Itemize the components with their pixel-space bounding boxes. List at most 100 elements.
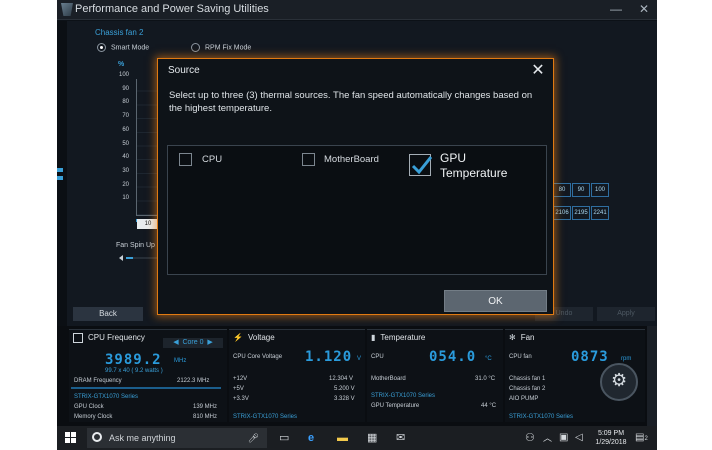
windows-taskbar: Ask me anything 🎤︎ ▭ e ▬ ▦ ✉ ⚇ ︿ ▣ ◁ 5:0… — [57, 426, 657, 450]
voltage-unit: V — [357, 356, 362, 362]
motherboard-option-label: MotherBoard — [324, 154, 379, 165]
x-axis-first-label: 10 — [137, 219, 159, 229]
apply-button[interactable]: Apply — [597, 307, 655, 321]
gpu-series-label: STRIX-GTX1070 Series — [233, 414, 298, 420]
title-bar: Performance and Power Saving Utilities —… — [57, 0, 657, 20]
memory-clock-label: Memory Clock — [74, 414, 113, 420]
ok-button[interactable]: OK — [444, 290, 547, 312]
back-button[interactable]: Back — [73, 307, 143, 321]
rail-name: +3.3V — [233, 396, 249, 402]
temp-unit: °C — [485, 356, 492, 362]
volume-icon[interactable]: ◁ — [575, 432, 583, 444]
rail-value: 5.200 V — [334, 386, 355, 392]
cpu-core-voltage-value: 1.120 — [305, 349, 353, 365]
microphone-icon[interactable]: 🎤︎ — [248, 428, 259, 448]
edge-marker — [57, 176, 63, 180]
fan-unit: rpm — [621, 356, 632, 362]
settings-gear-button[interactable] — [600, 363, 638, 401]
temperature-header: ▮ Temperature — [371, 333, 425, 342]
smart-mode-radio[interactable]: Smart Mode — [97, 43, 149, 52]
thermometer-icon: ▮ — [371, 333, 376, 342]
smart-mode-label: Smart Mode — [111, 44, 150, 52]
minimize-button[interactable]: — — [610, 2, 622, 16]
cortana-search-box[interactable]: Ask me anything 🎤︎ — [87, 428, 267, 448]
network-icon[interactable]: ▣ — [559, 432, 568, 444]
voltage-panel: ⚡ Voltage CPU Core Voltage 1.120 V +12V 1… — [229, 329, 365, 422]
temperature-panel: ▮ Temperature CPU 054.0 °C MotherBoard 31… — [367, 329, 503, 422]
cpu-frequency-title: CPU Frequency — [88, 333, 145, 343]
motherboard-checkbox[interactable] — [302, 153, 315, 166]
spin-up-slider[interactable] — [119, 254, 159, 262]
next-core-icon[interactable]: ▶ — [207, 339, 212, 346]
motherboard-temp-label: MotherBoard — [371, 376, 406, 382]
side-value: 90 — [572, 183, 590, 197]
cpu-frequency-value: 3989.2 — [105, 352, 162, 368]
side-value: 2195 — [572, 206, 590, 220]
search-placeholder: Ask me anything — [109, 433, 176, 443]
y-axis-tick: 100 — [118, 72, 129, 78]
y-axis-tick: 50 — [122, 140, 129, 147]
cpu-fan-label: CPU fan — [509, 354, 532, 360]
gpu-series-label: STRIX-GTX1070 Series — [509, 414, 574, 420]
voltage-header: ⚡ Voltage — [233, 333, 275, 342]
fan-icon: ✻ — [509, 333, 516, 342]
cpu-checkbox[interactable] — [179, 153, 192, 166]
cpu-core-voltage-label: CPU Core Voltage — [233, 354, 283, 360]
y-axis-tick: 10 — [122, 195, 129, 202]
rail-value: 12.304 V — [329, 376, 354, 382]
y-axis-tick: 30 — [122, 167, 129, 174]
cpu-frequency-panel: CPU Frequency ◀ Core 0 ▶ 3989.2 MHz 99.7… — [69, 329, 227, 422]
right-edge-strip — [647, 326, 657, 426]
source-options-box: CPU MotherBoard GPU Temperature — [167, 145, 547, 275]
file-explorer-icon[interactable]: ▬ — [337, 432, 348, 444]
y-axis-tick: 70 — [122, 113, 129, 120]
y-axis-tick: 40 — [122, 154, 129, 161]
dialog-header: Source ✕ — [158, 59, 553, 81]
side-value: 80 — [553, 183, 571, 197]
people-icon[interactable]: ⚇ — [525, 432, 535, 444]
gpu-temperature-checkbox[interactable] — [409, 154, 433, 176]
show-hidden-icons[interactable]: ︿ — [543, 432, 552, 444]
side-value: 100 — [591, 183, 609, 197]
fan-header: ✻ Fan — [509, 333, 535, 342]
temperature-title: Temperature — [380, 333, 426, 342]
cpu-multiplier: 99.7 x 40 ( 9.2 watts ) — [105, 368, 163, 374]
screen: Performance and Power Saving Utilities —… — [57, 0, 657, 450]
window-close-button[interactable]: ✕ — [639, 2, 649, 16]
dialog-close-button[interactable]: ✕ — [529, 60, 547, 80]
mail-icon[interactable]: ✉ — [396, 432, 405, 444]
rail-name: +5V — [233, 386, 244, 392]
edge-browser-icon[interactable]: e — [308, 432, 314, 444]
bolt-icon: ⚡ — [233, 333, 243, 342]
y-axis-tick: 90 — [122, 85, 129, 92]
rpm-fix-mode-radio[interactable]: RPM Fix Mode — [191, 43, 251, 52]
cpu-fan-value: 0873 — [571, 349, 609, 365]
windows-start-icon[interactable] — [65, 432, 77, 444]
dram-label: DRAM Frequency — [74, 378, 122, 384]
divider — [71, 387, 221, 389]
gpu-series-label: STRIX-GTX1070 Series — [371, 393, 436, 399]
fan-row: Chassis fan 1 — [509, 376, 546, 382]
core-select[interactable]: ◀ Core 0 ▶ — [163, 338, 223, 348]
cpu-temp-label: CPU — [371, 354, 384, 360]
cpu-temp-value: 054.0 — [429, 349, 477, 365]
gpu-series-label: STRIX-GTX1070 Series — [74, 394, 139, 400]
side-values-bottom: 2106 2195 2241 — [553, 201, 610, 220]
cpu-frequency-unit: MHz — [174, 358, 187, 364]
y-axis-tick: 60 — [122, 126, 129, 133]
rail-value: 3.328 V — [334, 396, 355, 402]
clock-time: 5:09 PM — [597, 430, 625, 437]
fan-spin-up-label: Fan Spin Up — [116, 242, 155, 249]
y-axis-unit: % — [118, 61, 125, 68]
dialog-title: Source — [168, 65, 200, 76]
store-icon[interactable]: ▦ — [367, 432, 377, 444]
task-view-icon[interactable]: ▭ — [279, 432, 289, 444]
dialog-message: Select up to three (3) thermal sources. … — [169, 90, 533, 114]
notification-center-icon[interactable]: ▤2 — [635, 432, 648, 445]
taskbar-clock[interactable]: 5:09 PM 1/29/2018 — [591, 429, 631, 447]
gpu-clock-label: GPU Clock — [74, 404, 104, 410]
section-title: Chassis fan 2 — [95, 28, 144, 37]
prev-core-icon[interactable]: ◀ — [173, 339, 178, 346]
checkmark-icon — [411, 156, 433, 175]
rpm-fix-mode-label: RPM Fix Mode — [205, 44, 252, 52]
